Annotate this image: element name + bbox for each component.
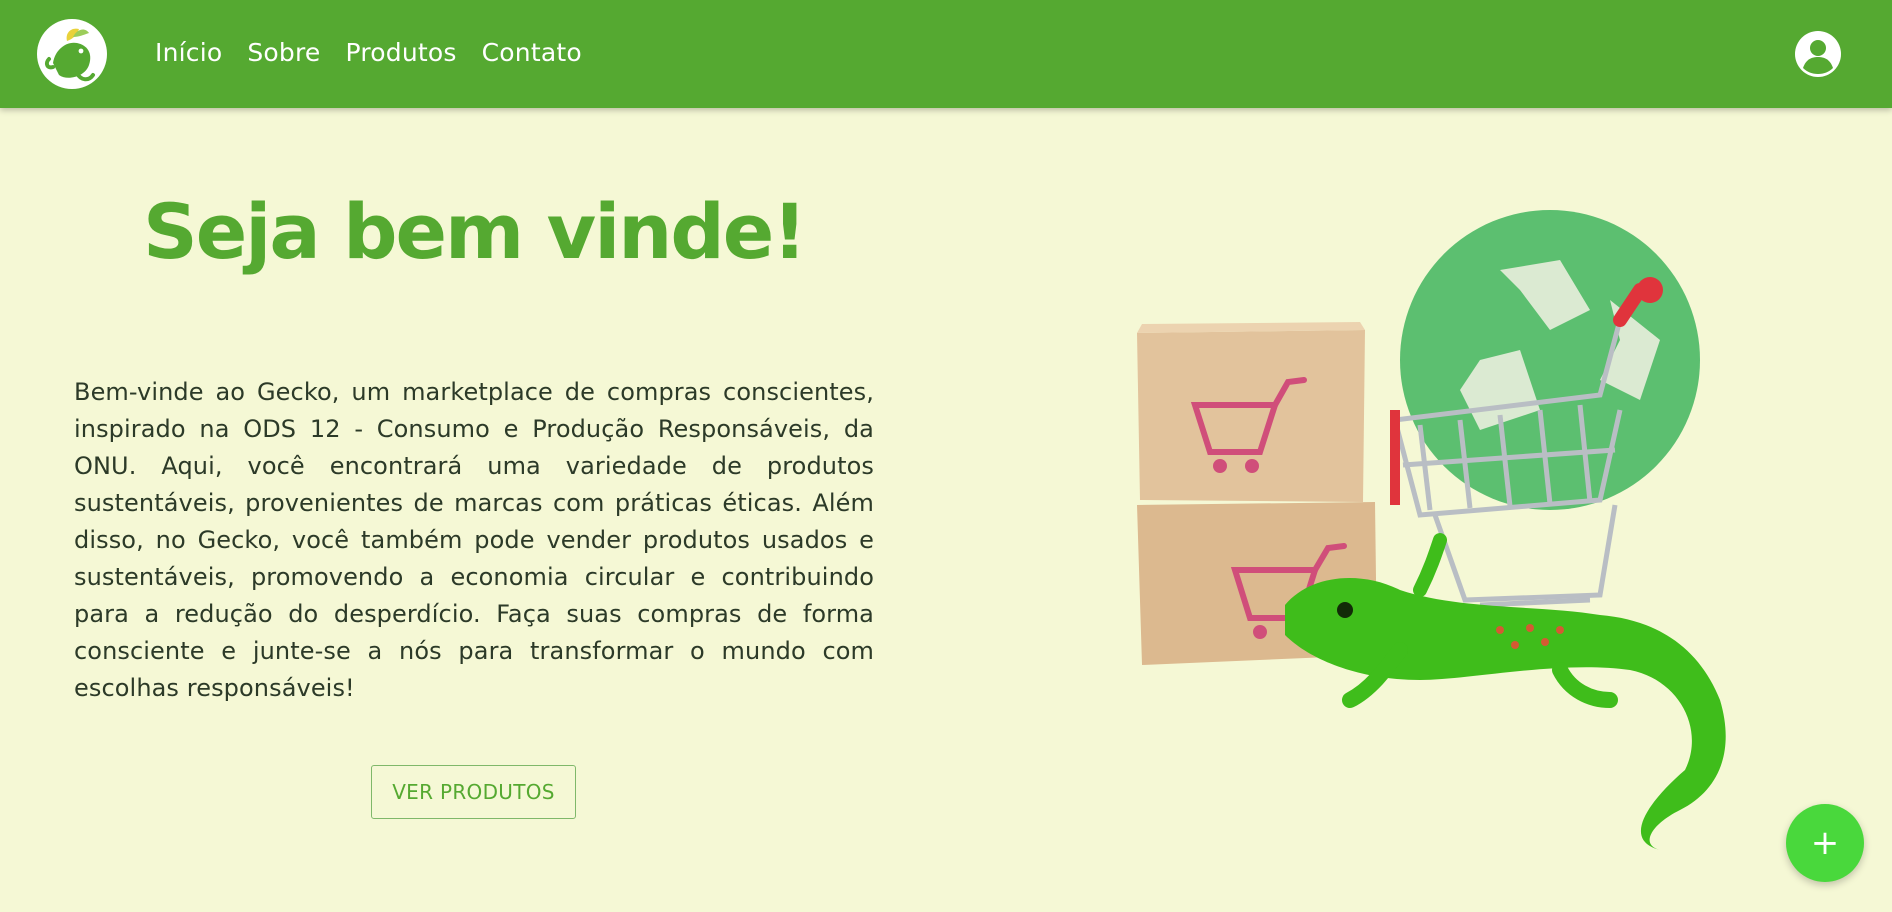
view-products-button[interactable]: VER PRODUTOS [371, 765, 576, 819]
user-account-icon[interactable] [1795, 31, 1841, 77]
nav-link-contato[interactable]: Contato [482, 34, 582, 72]
main-nav: Início Sobre Produtos Contato [155, 34, 582, 72]
top-navbar: Início Sobre Produtos Contato [0, 0, 1892, 108]
hero-description: Bem-vinde ao Gecko, um marketplace de co… [74, 378, 874, 702]
nav-link-inicio[interactable]: Início [155, 34, 222, 72]
nav-link-produtos[interactable]: Produtos [346, 34, 457, 72]
gecko-lizard-icon [1285, 533, 1726, 850]
nav-link-sobre[interactable]: Sobre [247, 34, 320, 72]
hero-title: Seja bem vinde! [143, 187, 807, 276]
add-fab-button[interactable]: + [1786, 804, 1864, 882]
recycle-icon [1400, 210, 1700, 510]
gecko-logo-icon[interactable] [37, 19, 107, 89]
gecko-shopping-cart-recycle-illustration [1120, 210, 1820, 850]
